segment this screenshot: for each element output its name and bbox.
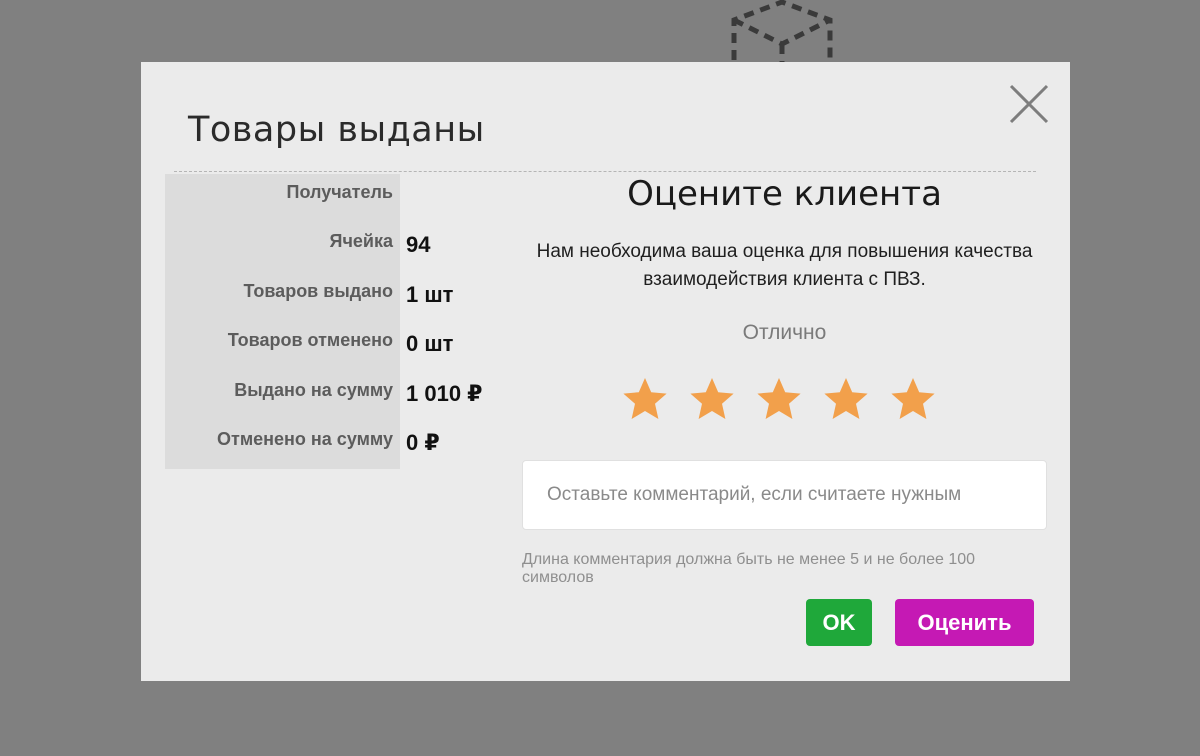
detail-value: 0 шт <box>406 331 454 356</box>
comment-input[interactable] <box>522 460 1047 530</box>
box-icon <box>731 0 833 62</box>
detail-label: Выдано на сумму <box>234 380 393 400</box>
star-rating <box>621 375 956 431</box>
star-icon[interactable] <box>822 375 870 423</box>
detail-label: Товаров отменено <box>227 330 393 350</box>
rating-value-label: Отлично <box>742 321 827 344</box>
star-icon[interactable] <box>621 375 669 423</box>
detail-value: 1 шт <box>406 282 454 307</box>
close-icon[interactable] <box>1007 82 1051 126</box>
detail-value: 94 <box>406 232 431 257</box>
ok-button[interactable]: OK <box>806 599 872 646</box>
rating-description: Нам необходима ваша оценка для повышения… <box>536 241 1033 290</box>
detail-row-recipient: Получатель <box>141 182 561 212</box>
detail-row-issued: Товаров выдано 1 шт <box>141 281 561 311</box>
rating-title: Оцените клиента <box>627 174 942 214</box>
rate-button[interactable]: Оценить <box>895 599 1034 646</box>
star-icon[interactable] <box>688 375 736 423</box>
detail-value: 1 010 ₽ <box>406 381 483 406</box>
detail-label: Получатель <box>286 182 393 202</box>
detail-value: 0 ₽ <box>406 430 440 455</box>
detail-label: Ячейка <box>329 231 393 251</box>
detail-label: Товаров выдано <box>243 281 394 301</box>
detail-label: Отменено на сумму <box>217 429 393 449</box>
star-icon[interactable] <box>889 375 937 423</box>
details-panel <box>165 174 400 469</box>
dialog-title: Товары выданы <box>188 110 485 150</box>
star-icon[interactable] <box>755 375 803 423</box>
detail-row-cancelled-sum: Отменено на сумму 0 ₽ <box>141 429 561 459</box>
detail-row-cell: Ячейка 94 <box>141 231 561 261</box>
detail-row-cancelled: Товаров отменено 0 шт <box>141 330 561 360</box>
detail-row-issued-sum: Выдано на сумму 1 010 ₽ <box>141 380 561 410</box>
divider <box>174 171 1036 172</box>
rating-dialog: Товары выданы Получатель Ячейка 94 Товар… <box>141 62 1070 681</box>
comment-hint: Длина комментария должна быть не менее 5… <box>522 551 976 586</box>
